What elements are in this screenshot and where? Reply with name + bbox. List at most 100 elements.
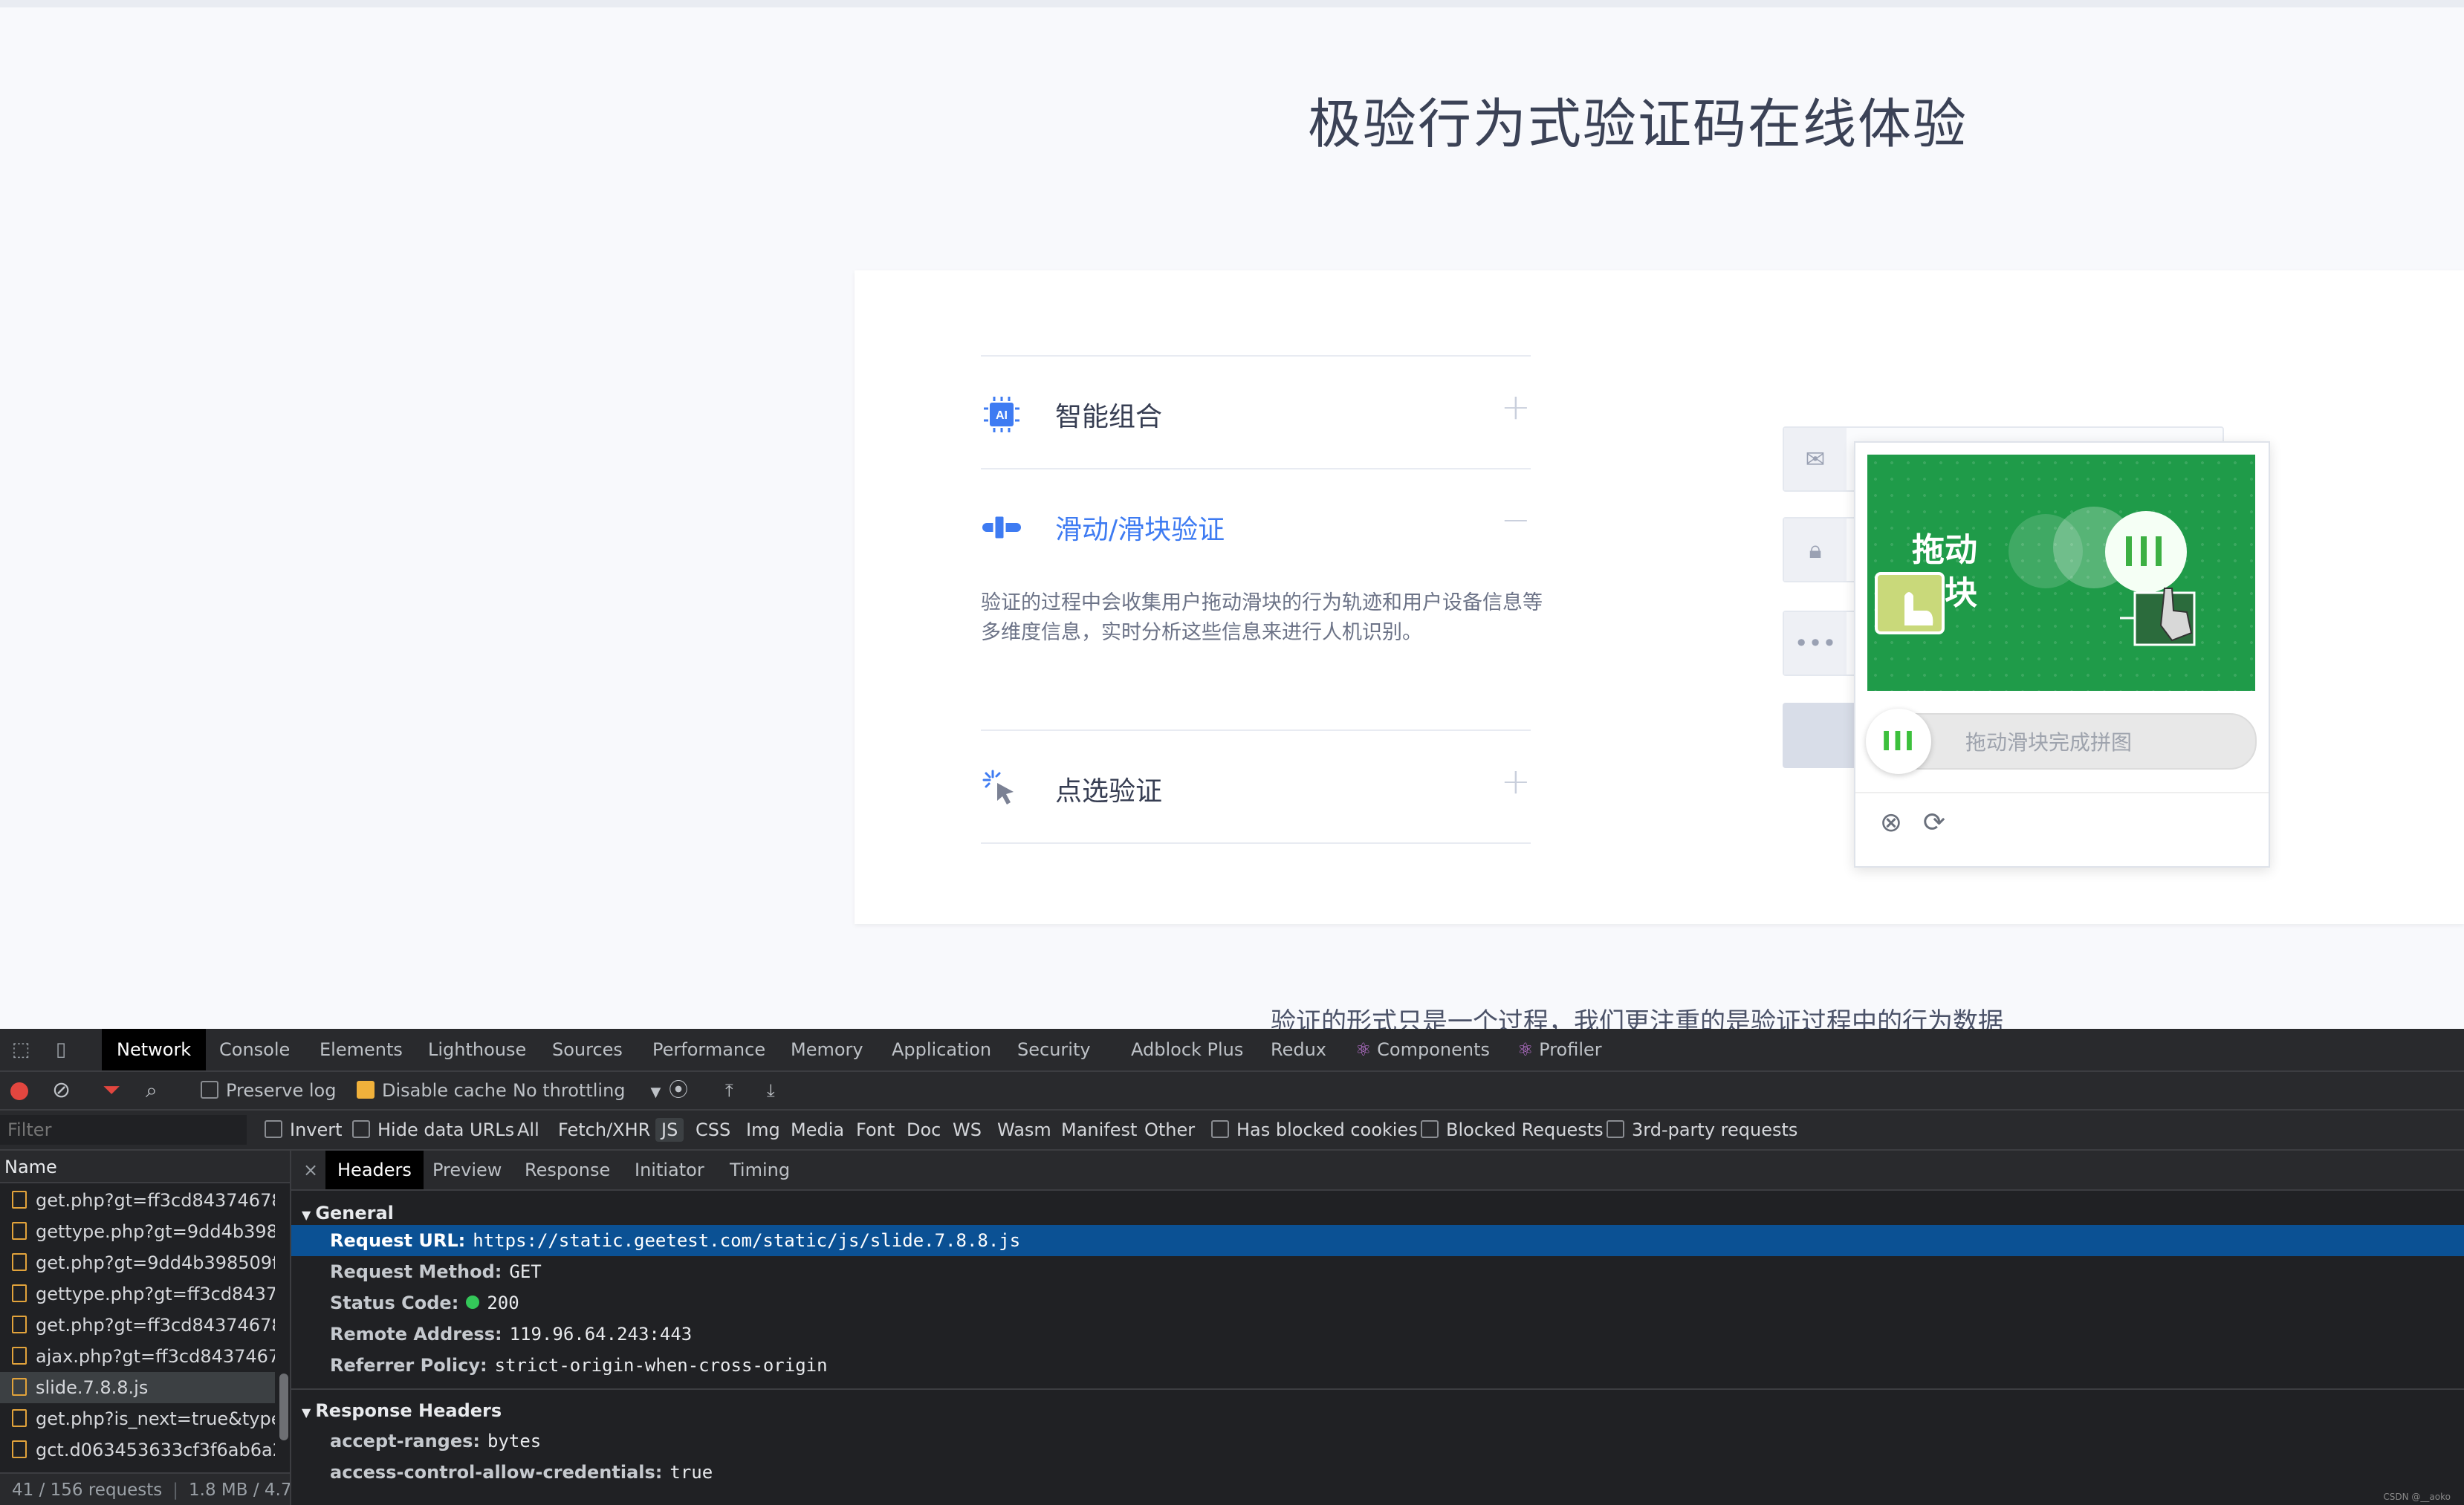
header-key: accept-ranges: [330, 1431, 480, 1452]
type-filter-all[interactable]: All [517, 1111, 539, 1149]
puzzle-piece-icon[interactable] [1875, 566, 1956, 640]
type-filter-css[interactable]: CSS [696, 1111, 730, 1149]
header-row-acac: access-control-allow-credentials: true [291, 1457, 2464, 1488]
type-filter-wasm[interactable]: Wasm [997, 1111, 1051, 1149]
tab-redux[interactable]: Redux [1256, 1029, 1341, 1070]
tab-lighthouse[interactable]: Lighthouse [413, 1029, 541, 1070]
tab-sources[interactable]: Sources [537, 1029, 638, 1070]
has-blocked-cookies-checkbox[interactable]: Has blocked cookies [1211, 1111, 1418, 1149]
collapse-minus-icon[interactable]: − [1501, 499, 1531, 541]
hide-data-urls-checkbox[interactable]: Hide data URLs [352, 1111, 514, 1149]
type-filter-ws[interactable]: WS [953, 1111, 982, 1149]
header-row-request-method: Request Method: GET [291, 1256, 2464, 1287]
request-row[interactable]: get.php?is_next=true&type=... [0, 1403, 275, 1434]
request-name: ajax.php?gt=ff3cd84374678... [36, 1346, 275, 1367]
tab-security[interactable]: Security [1002, 1029, 1106, 1070]
header-row-request-url[interactable]: Request URL: https://static.geetest.com/s… [291, 1225, 2464, 1256]
tab-profiler[interactable]: ⚛ Profiler [1502, 1029, 1617, 1070]
type-filter-font[interactable]: Font [856, 1111, 895, 1149]
tab-headers[interactable]: Headers [325, 1151, 424, 1189]
request-row[interactable]: gettype.php?gt=9dd4b3985... [0, 1216, 275, 1247]
checkbox[interactable] [265, 1120, 282, 1138]
filter-icon[interactable]: ⏷ [103, 1072, 120, 1109]
script-file-icon [12, 1378, 27, 1396]
slider-handle[interactable]: III [1866, 709, 1931, 774]
general-section-header[interactable]: ▼ General [302, 1203, 394, 1223]
checkbox[interactable] [1607, 1120, 1624, 1138]
throttling-select[interactable]: No throttling ▼ [513, 1072, 661, 1109]
preserve-log-checkbox[interactable]: Preserve log [201, 1072, 336, 1109]
tab-application[interactable]: Application [877, 1029, 1006, 1070]
type-filter-img[interactable]: Img [746, 1111, 780, 1149]
record-icon[interactable] [10, 1072, 28, 1109]
tab-components[interactable]: ⚛ Components [1340, 1029, 1505, 1070]
page-title: 极验行为式验证码在线体验 [1308, 93, 1968, 155]
request-row[interactable]: gettype.php?gt=ff3cd84374... [0, 1278, 275, 1310]
close-icon[interactable]: ⊗ [1875, 807, 1907, 839]
inspect-element-icon[interactable]: ⬚ [9, 1038, 33, 1062]
request-row[interactable]: get.php?gt=ff3cd843746782... [0, 1185, 275, 1216]
network-conditions-icon[interactable]: ⦿ [669, 1072, 688, 1109]
type-filter-media[interactable]: Media [791, 1111, 844, 1149]
filter-input[interactable] [0, 1115, 247, 1145]
expand-plus-icon[interactable]: + [1501, 386, 1531, 428]
invert-checkbox[interactable]: Invert [265, 1111, 343, 1149]
tab-network[interactable]: Network [102, 1029, 207, 1070]
tab-initiator[interactable]: Initiator [623, 1151, 716, 1189]
response-headers-section-header[interactable]: ▼ Response Headers [302, 1400, 502, 1421]
slider-description: 验证的过程中会收集用户拖动滑块的行为轨迹和用户设备信息等多维度信息，实时分析这些… [981, 591, 1543, 644]
type-filter-doc[interactable]: Doc [907, 1111, 941, 1149]
tab-elements[interactable]: Elements [305, 1029, 418, 1070]
tab-preview[interactable]: Preview [421, 1151, 513, 1189]
request-row[interactable]: ajax.php?gt=ff3cd84374678... [0, 1341, 275, 1372]
type-filter-manifest[interactable]: Manifest [1061, 1111, 1137, 1149]
react-icon: ⚛ [1355, 1039, 1378, 1060]
tab-adblock-plus[interactable]: Adblock Plus [1116, 1029, 1258, 1070]
tab-timing[interactable]: Timing [718, 1151, 802, 1189]
expand-plus-icon[interactable]: + [1501, 761, 1531, 802]
download-icon[interactable]: ⤓ [767, 1072, 775, 1109]
accordion-item-click[interactable]: 点选验证 + [981, 731, 1531, 842]
header-key: Status Code: [330, 1293, 459, 1313]
request-row[interactable]: gct.d063453633cf3f6ab6a2e... [0, 1434, 275, 1466]
slider-bars-icon [2126, 536, 2162, 566]
tab-console[interactable]: Console [204, 1029, 305, 1070]
third-party-checkbox[interactable]: 3rd-party requests [1607, 1111, 1797, 1149]
slider-track[interactable]: III 拖动滑块完成拼图 [1866, 709, 2257, 774]
device-toolbar-icon[interactable]: ▯ [49, 1038, 73, 1062]
upload-icon[interactable]: ⤒ [725, 1072, 733, 1109]
list-scrollbar[interactable] [279, 1374, 288, 1440]
name-column-header[interactable]: Name [0, 1151, 290, 1183]
page-top-border [0, 0, 2464, 7]
checkbox-label: Blocked Requests [1446, 1119, 1604, 1140]
refresh-icon[interactable]: ⟳ [1918, 807, 1951, 839]
request-row[interactable]: get.php?gt=9dd4b398509fd... [0, 1247, 275, 1278]
network-toolbar: ⊘ ⏷ ⌕ Preserve log Disable cache No thro… [0, 1072, 2464, 1111]
accordion-item-slider[interactable]: 滑动/滑块验证 − [981, 469, 1531, 581]
header-value: true [670, 1462, 713, 1483]
disable-cache-checkbox[interactable]: Disable cache [357, 1072, 507, 1109]
checkbox[interactable] [1421, 1120, 1439, 1138]
tab-performance[interactable]: Performance [638, 1029, 780, 1070]
script-file-icon [12, 1222, 27, 1240]
accordion-item-smart[interactable]: AI 智能组合 + [981, 357, 1531, 468]
type-filter-js[interactable]: JS [655, 1118, 684, 1142]
type-filter-other[interactable]: Other [1144, 1111, 1195, 1149]
close-detail-icon[interactable]: × [291, 1151, 330, 1189]
checkbox[interactable] [352, 1120, 370, 1138]
demo-card: AI 智能组合 + 滑动/滑块验证 − 验证的过程中会收集用户拖动滑块的行为轨迹… [855, 270, 2464, 924]
request-row[interactable]: get.php?gt=ff3cd843746782... [0, 1310, 275, 1341]
search-icon[interactable]: ⌕ [146, 1072, 158, 1109]
type-filter-fetch-xhr[interactable]: Fetch/XHR [558, 1111, 650, 1149]
tab-memory[interactable]: Memory [776, 1029, 878, 1070]
tab-response[interactable]: Response [513, 1151, 622, 1189]
status-ok-dot-icon [466, 1296, 480, 1309]
checkbox[interactable] [1211, 1120, 1229, 1138]
captcha-divider [1855, 792, 2269, 793]
blocked-requests-checkbox[interactable]: Blocked Requests [1421, 1111, 1604, 1149]
clear-icon[interactable]: ⊘ [52, 1072, 71, 1109]
request-row-selected[interactable]: slide.7.8.8.js [0, 1372, 275, 1403]
checkbox[interactable] [201, 1081, 218, 1099]
checkbox[interactable] [357, 1081, 375, 1099]
request-name: get.php?gt=ff3cd843746782... [36, 1190, 275, 1211]
